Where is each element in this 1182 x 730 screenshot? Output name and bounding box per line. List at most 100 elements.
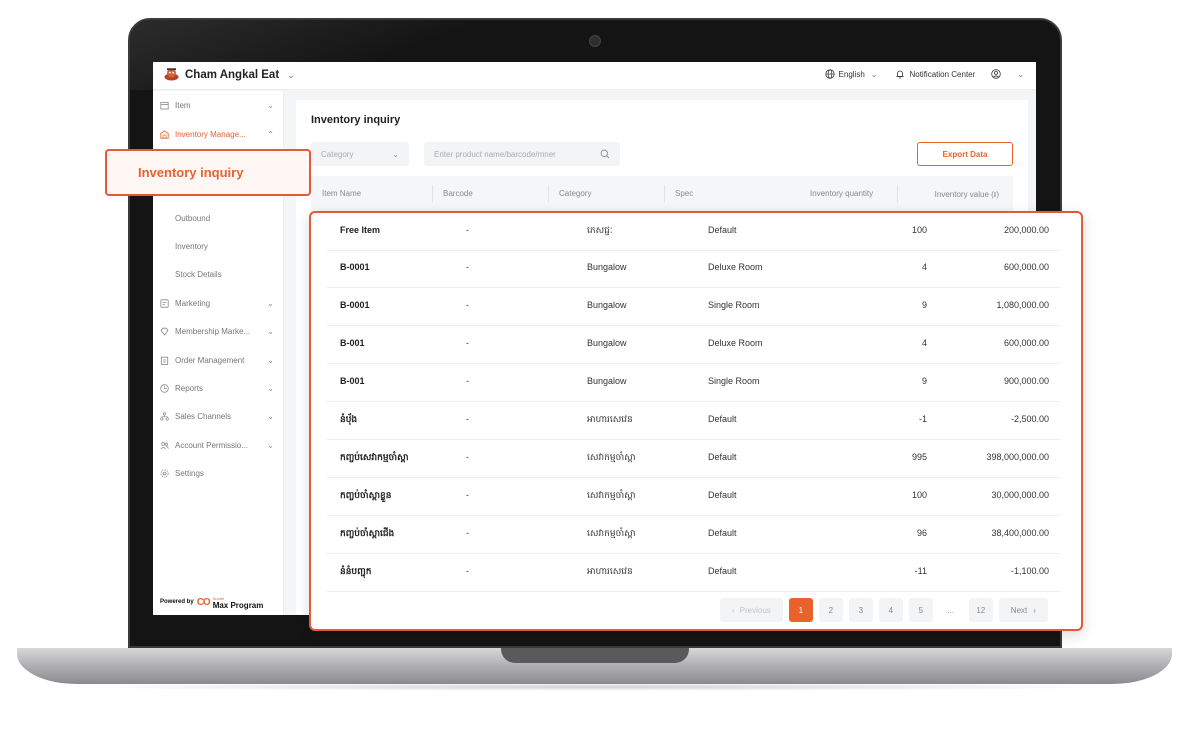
inventory-value: 398,000,000.00 (986, 452, 1049, 462)
inventory-quantity: 995 (911, 452, 927, 462)
chevron-down-icon: ⌄ (267, 326, 274, 336)
language-label: English (838, 69, 865, 79)
table-row[interactable]: កញ្ចប់ចាំស្ពាខ្លួន - សេវាកម្មចាំស្ពា Def… (327, 478, 1061, 516)
page-button-5[interactable]: 5 (908, 598, 933, 622)
search-placeholder: Enter product name/barcode/mner (434, 149, 556, 159)
sidebar-item-inventory-management[interactable]: Inventory Manage... ⌃ (153, 124, 284, 144)
chevron-down-icon: ⌄ (267, 440, 274, 450)
pagination: ‹ Previous 1 2 3 4 5 ... 12 Next › (720, 598, 1048, 622)
barcode: - (466, 566, 469, 576)
inventory-value: 200,000.00 (1003, 225, 1049, 235)
barcode: - (466, 338, 469, 348)
previous-label: Previous (739, 605, 771, 615)
page-button-1[interactable]: 1 (788, 598, 813, 622)
category-select[interactable]: Category ⌄ (311, 142, 409, 166)
table-row[interactable]: B-0001 - Bungalow Single Room 9 1,080,00… (327, 288, 1061, 326)
sidebar-item-label: Order Management (175, 355, 245, 365)
category: អាហារសេវេន (587, 414, 633, 424)
warehouse-icon (160, 130, 169, 139)
inventory-value: 30,000,000.00 (991, 490, 1049, 500)
inventory-quantity: 100 (911, 225, 927, 235)
spec: Default (708, 452, 737, 462)
gear-icon (160, 469, 169, 477)
column-header-spec: Spec (675, 189, 694, 198)
sidebar-item-settings[interactable]: Settings (153, 463, 284, 483)
chevron-down-icon: ⌄ (267, 355, 274, 365)
barcode: - (466, 300, 469, 310)
table-row[interactable]: B-001 - Bungalow Single Room 9 900,000.0… (327, 364, 1061, 402)
sidebar-subitem-inventory[interactable]: Inventory (175, 242, 208, 251)
language-selector[interactable]: English ⌄ (824, 69, 878, 79)
search-input[interactable]: Enter product name/barcode/mner (424, 142, 620, 166)
spec: Single Room (708, 300, 760, 310)
barcode: - (466, 262, 469, 272)
sidebar-item-sales-channels[interactable]: Sales Channels ⌄ (153, 406, 284, 426)
category: សេវាកម្មចាំស្ពា (587, 452, 636, 462)
sidebar-subitem-stock-details[interactable]: Stock Details (175, 270, 222, 279)
sidebar-item-label: Account Permissio... (175, 440, 248, 450)
sidebar-item-item[interactable]: Item ⌄ (153, 95, 284, 115)
sidebar-item-marketing[interactable]: Marketing ⌄ (153, 293, 284, 313)
sidebar-item-membership-marketing[interactable]: Membership Marke... ⌄ (153, 321, 284, 341)
export-data-button[interactable]: Export Data (917, 142, 1013, 166)
page-button-4[interactable]: 4 (878, 598, 903, 622)
spec: Default (708, 566, 737, 576)
page-button-3[interactable]: 3 (848, 598, 873, 622)
inventory-quantity: -1 (918, 414, 927, 424)
column-header-inventory-value: Inventory value (៛) (934, 190, 999, 199)
chevron-down-icon: ⌄ (392, 149, 399, 159)
item-name: កញ្ចប់ចាំស្ពាជើង (340, 528, 395, 538)
inventory-quantity: 100 (911, 490, 927, 500)
sidebar-item-account-permissions[interactable]: Account Permissio... ⌄ (153, 435, 284, 455)
inventory-quantity: 4 (921, 262, 927, 272)
sidebar-item-label: Marketing (175, 298, 211, 308)
next-page-button[interactable]: Next › (998, 598, 1048, 622)
item-name: នំនំបញ្ជុក (340, 566, 372, 576)
max-program-logo-icon: CO (196, 596, 211, 608)
account-menu[interactable]: ⌄ (991, 69, 1024, 79)
table-row[interactable]: B-001 - Bungalow Deluxe Room 4 600,000.0… (327, 326, 1061, 364)
table-row[interactable]: B-0001 - Bungalow Deluxe Room 4 600,000.… (327, 250, 1061, 288)
spec: Deluxe Room (708, 338, 763, 348)
inventory-table-callout: Free Item - ភេសជ្ជៈ Default 100 200,000.… (309, 211, 1083, 631)
page-button-2[interactable]: 2 (818, 598, 843, 622)
chevron-down-icon: ⌄ (267, 100, 274, 110)
store-switcher[interactable]: Cham Angkal Eat ⌄ (164, 68, 295, 82)
search-icon (600, 149, 610, 159)
powered-by-text: Powered by (160, 599, 194, 605)
chevron-left-icon: ‹ (732, 605, 735, 615)
clipboard-icon (160, 356, 169, 365)
table-row[interactable]: កញ្ចប់សេវាកម្មចាំស្ពា - សេវាកម្មចាំស្ពា … (327, 440, 1061, 478)
spec: Default (708, 528, 737, 538)
table-row[interactable]: នំប៉័ង - អាហារសេវេន Default -1 -2,500.00 (327, 402, 1061, 440)
item-name: B-001 (340, 376, 365, 386)
page-title: Inventory inquiry (311, 114, 401, 126)
sidebar-subitem-inventory-inquiry-callout[interactable]: Inventory inquiry (105, 149, 311, 196)
chevron-up-icon: ⌃ (267, 129, 274, 139)
sidebar-item-reports[interactable]: Reports ⌄ (153, 378, 284, 398)
sidebar-item-order-management[interactable]: Order Management ⌄ (153, 350, 284, 370)
chevron-right-icon: › (1033, 605, 1036, 615)
table-row[interactable]: Free Item - ភេសជ្ជៈ Default 100 200,000.… (327, 213, 1061, 251)
page-button-12[interactable]: 12 (968, 598, 993, 622)
chevron-down-icon: ⌄ (870, 69, 878, 79)
table-row[interactable]: នំនំបញ្ជុក - អាហារសេវេន Default -11 -1,1… (327, 554, 1061, 592)
table-row[interactable]: កញ្ចប់ចាំស្ពាជើង - សេវាកម្មចាំស្ពា Defau… (327, 516, 1061, 554)
sidebar-item-label: Reports (175, 383, 204, 393)
sidebar-subitem-outbound[interactable]: Outbound (175, 214, 210, 223)
diamond-icon (160, 327, 169, 336)
top-bar: Cham Angkal Eat ⌄ English ⌄ Notification… (153, 62, 1036, 90)
laptop-shadow (60, 683, 1130, 691)
item-name: នំប៉័ង (340, 414, 358, 424)
chevron-down-icon: ⌄ (287, 69, 295, 80)
powered-by-footer: Powered by CO Sunmi Max Program (160, 595, 263, 610)
column-header-item-name: Item Name (322, 189, 362, 198)
category: Bungalow (587, 300, 627, 310)
barcode: - (466, 414, 469, 424)
inventory-value: 1,080,000.00 (996, 300, 1049, 310)
notification-center[interactable]: Notification Center (895, 69, 975, 79)
inventory-value: 38,400,000.00 (991, 528, 1049, 538)
previous-page-button[interactable]: ‹ Previous (720, 598, 783, 622)
spec: Default (708, 225, 737, 235)
column-header-barcode: Barcode (443, 189, 473, 198)
